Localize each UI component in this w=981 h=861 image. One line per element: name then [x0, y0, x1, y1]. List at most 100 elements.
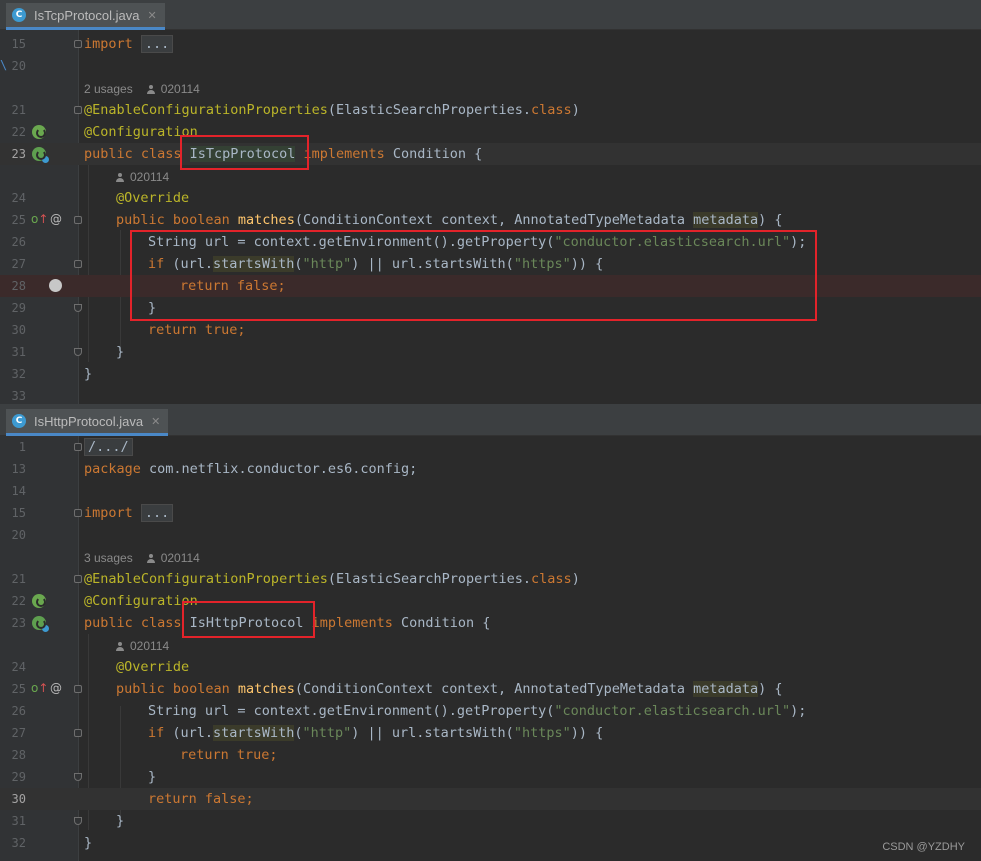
code-text: public boolean matches(ConditionContext …	[116, 681, 783, 697]
code-line: 30 return true;	[0, 319, 981, 341]
fold-icon[interactable]	[74, 575, 82, 583]
highlight-box-classname	[182, 601, 315, 638]
code-line: 20	[0, 55, 981, 77]
code-editor[interactable]: 15 import ... 20 2 usages 020114 21 @Enab…	[0, 0, 981, 404]
code-text: @Configuration	[84, 593, 198, 609]
code-line: 21 @EnableConfigurationProperties(Elasti…	[0, 99, 981, 121]
code-line: 23 public class IsTcpProtocol implements…	[0, 143, 981, 165]
code-text: package com.netflix.conductor.es6.config…	[84, 461, 418, 477]
line-number: 26	[11, 235, 26, 249]
line-number: 32	[11, 836, 26, 850]
inlay-author: 020114	[0, 634, 981, 656]
fold-icon[interactable]	[74, 216, 82, 224]
code-line: 22 @Configuration	[0, 121, 981, 143]
line-number: 20	[11, 59, 26, 73]
spring-bean-icon[interactable]	[32, 147, 49, 163]
code-text: @Override	[116, 659, 190, 675]
inlay-usages: 3 usages 020114	[0, 546, 981, 568]
implements-method-icon[interactable]: o↑	[31, 681, 48, 695]
code-line: 25 o↑ @ public boolean matches(Condition…	[0, 678, 981, 700]
line-number: 29	[11, 770, 26, 784]
line-number: 22	[11, 125, 26, 139]
line-number: 24	[11, 660, 26, 674]
watermark: CSDN @YZDHY	[882, 841, 965, 853]
fold-icon[interactable]	[74, 509, 82, 517]
annotation-icon[interactable]: @	[50, 212, 62, 226]
code-line: 1 /.../	[0, 436, 981, 458]
author-hint[interactable]: 020114	[116, 639, 169, 653]
code-text: if (url.startsWith("http") || url.starts…	[148, 725, 604, 741]
spring-configuration-icon[interactable]	[32, 125, 46, 139]
code-line: 14	[0, 480, 981, 502]
code-text: return true;	[148, 322, 246, 338]
breakpoint-icon[interactable]	[49, 279, 62, 292]
line-number: 29	[11, 301, 26, 315]
code-text: }	[116, 344, 125, 360]
usages-hint[interactable]: 2 usages 020114	[84, 82, 200, 96]
line-number: 13	[11, 462, 26, 476]
code-text: @EnableConfigurationProperties(ElasticSe…	[84, 571, 580, 587]
fold-icon[interactable]	[74, 773, 82, 781]
highlight-box-classname	[180, 135, 309, 170]
line-number: 26	[11, 704, 26, 718]
code-line: 15 import ...	[0, 502, 981, 524]
code-text: return true;	[180, 747, 278, 763]
line-number: 25	[11, 682, 26, 696]
line-number: 15	[11, 37, 26, 51]
line-number: 14	[11, 484, 26, 498]
code-line: 30 return false;	[0, 788, 981, 810]
code-line: 33	[0, 385, 981, 404]
code-line: 25 o↑ @ public boolean matches(Condition…	[0, 209, 981, 231]
code-line: 23 public class IsHttpProtocol implement…	[0, 612, 981, 634]
code-text: }	[116, 813, 125, 829]
author-icon	[116, 173, 124, 182]
line-number: 27	[11, 257, 26, 271]
code-text: public boolean matches(ConditionContext …	[116, 212, 783, 228]
line-number: 32	[11, 367, 26, 381]
fold-icon[interactable]	[74, 685, 82, 693]
author-icon	[146, 554, 155, 563]
line-number: 24	[11, 191, 26, 205]
line-number: 20	[11, 528, 26, 542]
code-line: 24 @Override	[0, 656, 981, 678]
code-line: 22 @Configuration	[0, 590, 981, 612]
folded-comment[interactable]: /.../	[84, 438, 133, 456]
fold-icon[interactable]	[74, 729, 82, 737]
code-line: 20	[0, 524, 981, 546]
line-number: 27	[11, 726, 26, 740]
author-icon	[146, 85, 155, 94]
inlay-usages: 2 usages 020114	[0, 77, 981, 99]
implements-method-icon[interactable]: o↑	[31, 212, 48, 226]
code-text: import ...	[84, 35, 174, 53]
fold-icon[interactable]	[74, 443, 82, 451]
code-text: @Override	[116, 190, 190, 206]
code-text: }	[148, 769, 157, 785]
code-line: 31 }	[0, 341, 981, 363]
editor-pane-tcp: C IsTcpProtocol.java ✕ \ 15 import ... 2…	[0, 0, 981, 404]
author-hint[interactable]: 020114	[116, 170, 169, 184]
spring-configuration-icon[interactable]	[32, 594, 46, 608]
folded-imports[interactable]: ...	[140, 35, 174, 53]
line-number: 21	[11, 572, 26, 586]
line-number: 23	[11, 616, 26, 630]
code-line: 32 }	[0, 832, 981, 854]
code-editor[interactable]: 1 /.../ 13 package com.netflix.conductor…	[0, 406, 981, 861]
fold-icon[interactable]	[74, 106, 82, 114]
code-line: 29 }	[0, 766, 981, 788]
code-line: 31 }	[0, 810, 981, 832]
line-number: 25	[11, 213, 26, 227]
fold-icon[interactable]	[74, 40, 82, 48]
fold-icon[interactable]	[74, 348, 82, 356]
code-line: 15 import ...	[0, 33, 981, 55]
usages-hint[interactable]: 3 usages 020114	[84, 551, 200, 565]
line-number: 30	[11, 323, 26, 337]
folded-imports[interactable]: ...	[140, 504, 174, 522]
fold-icon[interactable]	[74, 260, 82, 268]
code-line: 32 }	[0, 363, 981, 385]
fold-icon[interactable]	[74, 817, 82, 825]
author-icon	[116, 642, 124, 651]
fold-icon[interactable]	[74, 304, 82, 312]
spring-bean-icon[interactable]	[32, 616, 49, 632]
editor-pane-http: C IsHttpProtocol.java ✕ 1 /.../ 13 packa…	[0, 404, 981, 861]
annotation-icon[interactable]: @	[50, 681, 62, 695]
